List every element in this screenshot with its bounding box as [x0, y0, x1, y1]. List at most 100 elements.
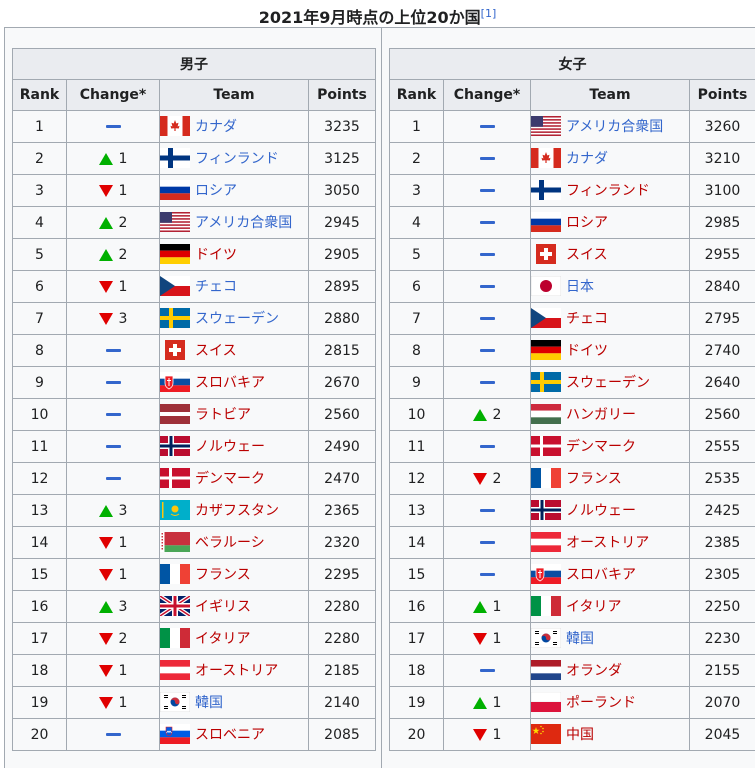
team-link[interactable]: カザフスタン	[195, 503, 279, 519]
points-cell: 3050	[309, 175, 376, 207]
russia-flag-icon[interactable]	[531, 212, 561, 232]
team-link[interactable]: イギリス	[195, 599, 251, 615]
team-link[interactable]: ロシア	[566, 215, 608, 231]
arrow-up-icon	[473, 409, 487, 421]
kazakhstan-flag-icon[interactable]	[160, 500, 190, 520]
czech-flag-icon[interactable]	[160, 276, 190, 296]
finland-flag-icon[interactable]	[160, 148, 190, 168]
change-cell: 1	[444, 623, 531, 655]
team-cell: スウェーデン	[160, 303, 309, 335]
team-link[interactable]: デンマーク	[566, 439, 636, 455]
austria-flag-icon[interactable]	[160, 660, 190, 680]
team-link[interactable]: アメリカ合衆国	[566, 119, 663, 135]
team-link[interactable]: スロベニア	[195, 727, 265, 743]
hungary-flag-icon[interactable]	[531, 404, 561, 424]
team-link[interactable]: ドイツ	[566, 343, 608, 359]
team-link[interactable]: フィンランド	[566, 183, 650, 199]
norway-flag-icon[interactable]	[531, 500, 561, 520]
team-link[interactable]: オーストリア	[566, 535, 649, 551]
points-cell: 3100	[690, 175, 755, 207]
team-link[interactable]: ドイツ	[195, 247, 237, 263]
team-link[interactable]: スウェーデン	[195, 311, 279, 327]
team-link[interactable]: ノルウェー	[566, 503, 636, 519]
canada-flag-icon[interactable]	[160, 116, 190, 136]
team-link[interactable]: フランス	[566, 471, 622, 487]
korea-flag-icon[interactable]	[531, 628, 561, 648]
denmark-flag-icon[interactable]	[160, 468, 190, 488]
slovakia-flag-icon[interactable]	[531, 564, 561, 584]
team-link[interactable]: スイス	[195, 343, 237, 359]
switzerland-flag-icon[interactable]	[160, 340, 190, 360]
china-flag-icon[interactable]	[531, 724, 561, 744]
team-link[interactable]: ハンガリー	[566, 407, 636, 423]
team-link[interactable]: 中国	[566, 727, 594, 743]
team-link[interactable]: ロシア	[195, 183, 237, 199]
rank-cell: 13	[13, 495, 67, 527]
change-cell	[444, 207, 531, 239]
team-link[interactable]: ベラルーシ	[195, 535, 265, 551]
team-link[interactable]: チェコ	[566, 311, 608, 327]
team-link[interactable]: ポーランド	[566, 695, 636, 711]
team-link[interactable]: アメリカ合衆国	[195, 215, 292, 231]
switzerland-flag-icon[interactable]	[531, 244, 561, 264]
women-ranking-table: 女子 Rank Change* Team Points 1アメリカ合衆国3260…	[389, 48, 755, 751]
team-link[interactable]: スイス	[566, 247, 608, 263]
team-link[interactable]: ノルウェー	[195, 439, 265, 455]
poland-flag-icon[interactable]	[531, 692, 561, 712]
no-change-icon	[106, 413, 121, 416]
czech-flag-icon[interactable]	[531, 308, 561, 328]
citation-link[interactable]: [1]	[481, 7, 497, 20]
austria-flag-icon[interactable]	[531, 532, 561, 552]
russia-flag-icon[interactable]	[160, 180, 190, 200]
change-cell	[444, 303, 531, 335]
germany-flag-icon[interactable]	[160, 244, 190, 264]
team-link[interactable]: 日本	[566, 279, 594, 295]
finland-flag-icon[interactable]	[531, 180, 561, 200]
team-link[interactable]: 韓国	[195, 695, 223, 711]
uk-flag-icon[interactable]	[160, 596, 190, 616]
team-link[interactable]: フィンランド	[195, 151, 279, 167]
slovakia-flag-icon[interactable]	[160, 372, 190, 392]
italy-flag-icon[interactable]	[531, 596, 561, 616]
team-link[interactable]: イタリア	[566, 599, 621, 615]
usa-flag-icon[interactable]	[160, 212, 190, 232]
team-link[interactable]: カナダ	[195, 119, 237, 135]
norway-flag-icon[interactable]	[160, 436, 190, 456]
denmark-flag-icon[interactable]	[531, 436, 561, 456]
team-link[interactable]: イタリア	[195, 631, 250, 647]
team-cell: ドイツ	[531, 335, 690, 367]
latvia-flag-icon[interactable]	[160, 404, 190, 424]
team-link[interactable]: チェコ	[195, 279, 237, 295]
team-link[interactable]: スロバキア	[195, 375, 265, 391]
france-flag-icon[interactable]	[160, 564, 190, 584]
team-link[interactable]: スウェーデン	[566, 375, 650, 391]
japan-flag-icon[interactable]	[531, 276, 561, 296]
points-cell: 2490	[309, 431, 376, 463]
team-cell: スイス	[531, 239, 690, 271]
italy-flag-icon[interactable]	[160, 628, 190, 648]
team-link[interactable]: スロバキア	[566, 567, 636, 583]
team-link[interactable]: デンマーク	[195, 471, 265, 487]
team-link[interactable]: フランス	[195, 567, 251, 583]
slovenia-flag-icon[interactable]	[160, 724, 190, 744]
belarus-flag-icon[interactable]	[160, 532, 190, 552]
team-link[interactable]: 韓国	[566, 631, 594, 647]
canada-flag-icon[interactable]	[531, 148, 561, 168]
rank-cell: 15	[390, 559, 444, 591]
korea-flag-icon[interactable]	[160, 692, 190, 712]
points-cell: 2280	[309, 591, 376, 623]
team-link[interactable]: ラトビア	[195, 407, 251, 423]
sweden-flag-icon[interactable]	[160, 308, 190, 328]
team-link[interactable]: オランダ	[566, 663, 622, 679]
arrow-down-icon	[99, 313, 113, 325]
team-link[interactable]: オーストリア	[195, 663, 278, 679]
change-cell	[444, 431, 531, 463]
germany-flag-icon[interactable]	[531, 340, 561, 360]
no-change-icon	[480, 573, 495, 576]
change-value: 2	[119, 215, 128, 231]
netherlands-flag-icon[interactable]	[531, 660, 561, 680]
team-link[interactable]: カナダ	[566, 151, 608, 167]
sweden-flag-icon[interactable]	[531, 372, 561, 392]
usa-flag-icon[interactable]	[531, 116, 561, 136]
france-flag-icon[interactable]	[531, 468, 561, 488]
